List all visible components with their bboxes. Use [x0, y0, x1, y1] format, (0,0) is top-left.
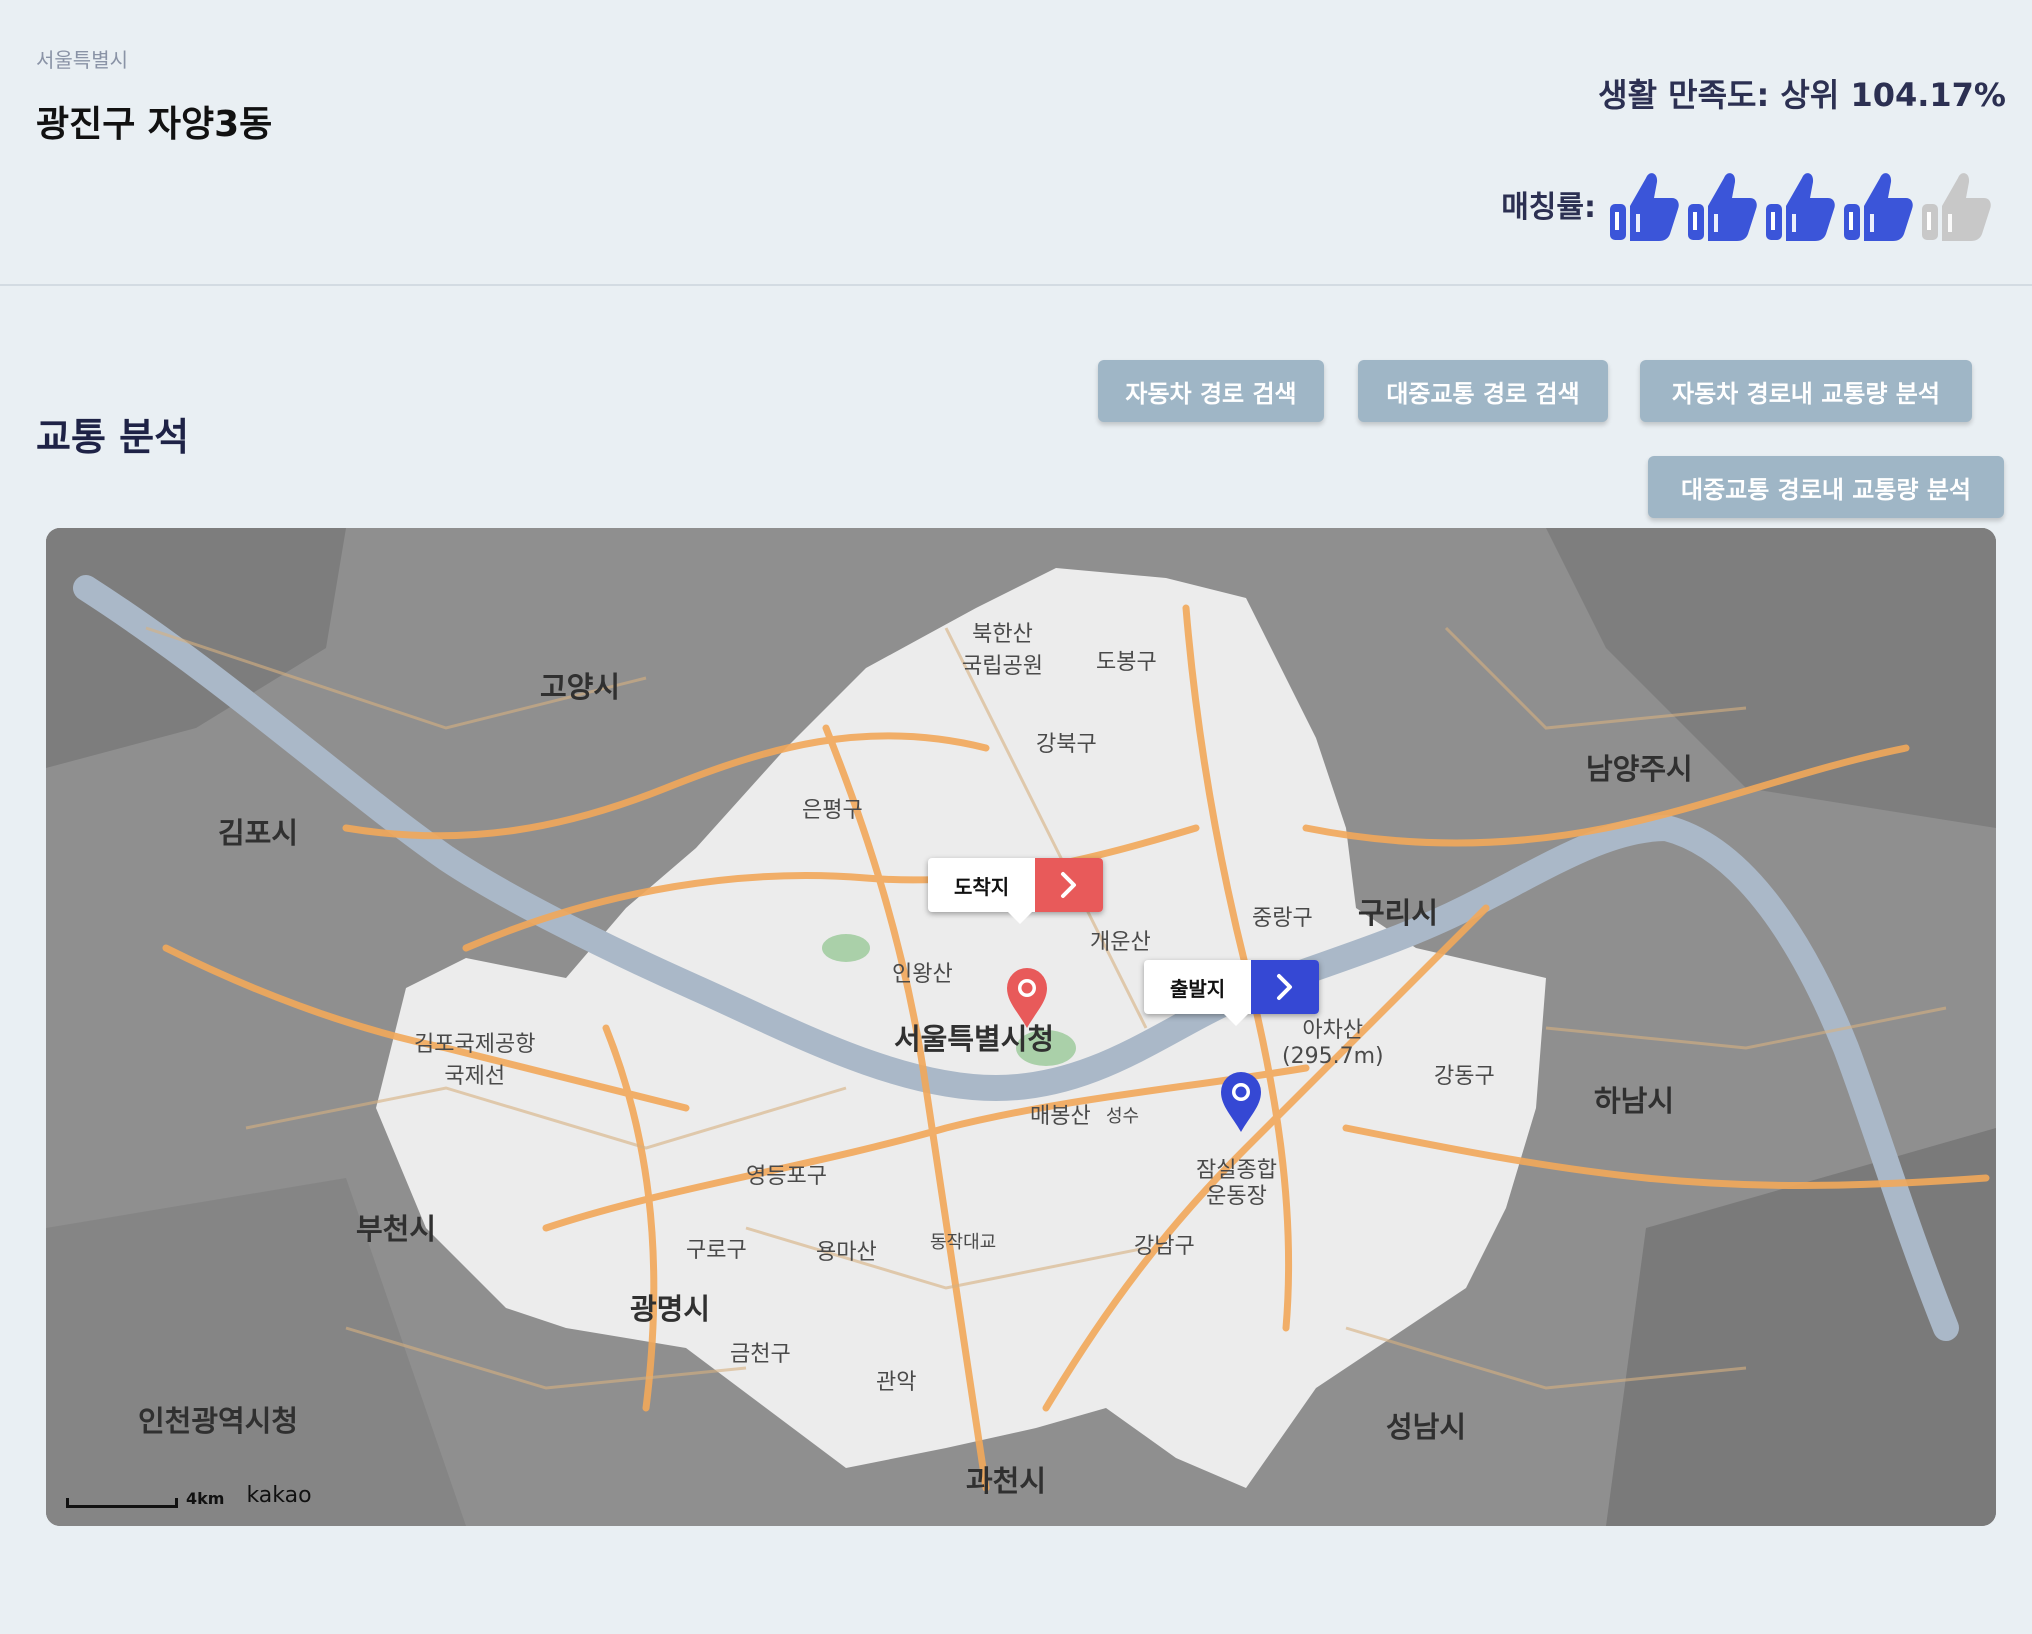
region-label: 서울특별시 — [36, 48, 128, 72]
destination-pin-icon[interactable] — [1004, 966, 1050, 1030]
car-route-search-button[interactable]: 자동차 경로 검색 — [1098, 360, 1324, 422]
destination-marker-label[interactable]: 도착지 — [928, 858, 1104, 924]
matching-rating: 매칭률: — [1501, 164, 1992, 244]
map-label-gangbuk-gu: 강북구 — [1036, 732, 1097, 757]
map-attribution: kakao — [246, 1483, 312, 1508]
map-label-gangdong-gu: 강동구 — [1434, 1064, 1495, 1089]
map-label-dongjak-bridge: 동작대교 — [930, 1232, 997, 1253]
chevron-right-icon[interactable] — [1035, 858, 1104, 912]
map-label-namyangju-city: 남양주시 — [1586, 752, 1693, 786]
map-label-goyang-city: 고양시 — [540, 670, 621, 704]
thumb-rating — [1606, 164, 1992, 244]
transit-traffic-analysis-button[interactable]: 대중교통 경로내 교통량 분석 — [1648, 456, 2004, 518]
transit-route-search-button[interactable]: 대중교통 경로 검색 — [1358, 360, 1608, 422]
map-label-achasan: 아차산 (295.7m) — [1282, 1018, 1384, 1069]
section-title-traffic: 교통 분석 — [36, 415, 190, 459]
satisfaction-score: 생활 만족도: 상위 104.17% — [1598, 76, 2006, 114]
map-scale: 4km kakao — [66, 1483, 312, 1508]
map-label-gimpo-airport: 김포국제공항 국제선 — [414, 1032, 536, 1089]
map-label-gwacheon-city: 과천시 — [966, 1464, 1047, 1498]
map-label-inwangsan: 인왕산 — [892, 962, 953, 987]
map-label-gaeunsan: 개운산 — [1090, 930, 1151, 955]
map-label-yeongdeungpo-gu: 영등포구 — [746, 1164, 827, 1189]
origin-pin-icon[interactable] — [1218, 1070, 1264, 1134]
map-label-jungnang-gu: 중랑구 — [1252, 906, 1313, 931]
origin-marker-label[interactable]: 출발지 — [1144, 960, 1320, 1026]
map-label-guro-gu: 구로구 — [686, 1238, 747, 1263]
map-label-seongsu: 성수 — [1106, 1106, 1140, 1127]
chevron-right-icon[interactable] — [1251, 960, 1320, 1014]
map-label-jamsil: 잠실종합 운동장 — [1196, 1158, 1277, 1209]
origin-label: 출발지 — [1170, 976, 1226, 1001]
matching-label: 매칭률: — [1501, 190, 1596, 225]
scale-bar — [66, 1498, 178, 1508]
map-label-eunpyeong-gu: 은평구 — [802, 798, 863, 823]
map-label-hanam-city: 하남시 — [1594, 1084, 1675, 1118]
map-label-gangnam-gu: 강남구 — [1134, 1234, 1195, 1259]
thumbs-up-icon — [1688, 173, 1757, 241]
thumbs-up-icon — [1766, 173, 1835, 241]
scale-text: 4km — [186, 1489, 225, 1508]
map-label-dobong-gu: 도봉구 — [1096, 650, 1157, 675]
map-label-incheon-city-hall: 인천광역시청 — [138, 1404, 299, 1438]
map-label-gwangmyeong-city: 광명시 — [630, 1292, 711, 1326]
map-label-gimpo-city: 김포시 — [218, 816, 299, 850]
district-title: 광진구 자양3동 — [36, 104, 273, 145]
map-label-bukhansan: 북한산 국립공원 — [962, 622, 1043, 679]
destination-label: 도착지 — [954, 874, 1010, 899]
map-label-yongmasan: 용마산 — [816, 1240, 877, 1265]
map-label-geumcheon-gu: 금천구 — [730, 1342, 791, 1367]
map-label-maebongsan: 매봉산 — [1030, 1104, 1091, 1129]
map-label-bucheon-city: 부천시 — [356, 1212, 437, 1246]
thumbs-up-icon — [1922, 173, 1991, 241]
page-header: 서울특별시 광진구 자양3동 생활 만족도: 상위 104.17% 매칭률: — [0, 0, 2032, 286]
map-label-gwanak: 관악 — [876, 1370, 917, 1395]
map-view[interactable]: 서울특별시청 김포시 고양시 부천시 광명시 구리시 하남시 성남시 과천시 남… — [46, 528, 1996, 1526]
car-traffic-analysis-button[interactable]: 자동차 경로내 교통량 분석 — [1640, 360, 1972, 422]
map-label-guri-city: 구리시 — [1358, 896, 1439, 930]
thumbs-up-icon — [1844, 173, 1913, 241]
map-label-seongnam-city: 성남시 — [1386, 1410, 1467, 1444]
thumbs-up-icon — [1610, 173, 1679, 241]
